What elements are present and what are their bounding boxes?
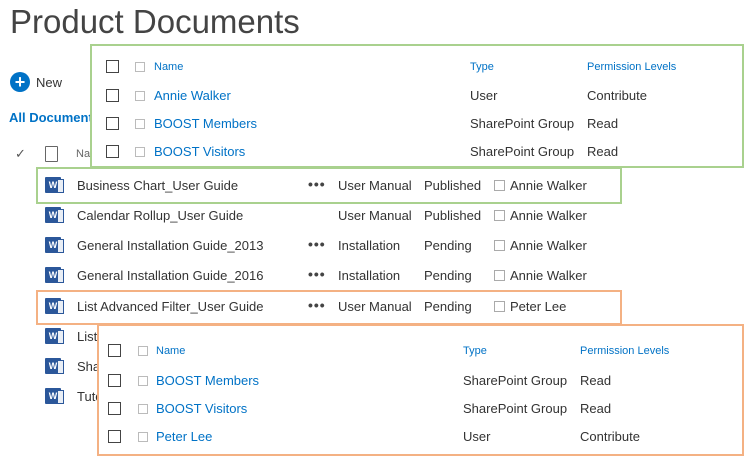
permission-row[interactable]: BOOST Members SharePoint Group Read: [99, 366, 742, 394]
permission-level: Contribute: [587, 88, 647, 103]
document-type: Installation: [338, 238, 401, 253]
permission-type: SharePoint Group: [470, 144, 575, 159]
user-presence-icon: [494, 210, 505, 221]
document-name-link[interactable]: List: [77, 329, 97, 344]
document-name-link[interactable]: General Installation Guide_2016: [77, 268, 263, 283]
row-checkbox[interactable]: [108, 374, 121, 387]
permission-principal-link[interactable]: BOOST Visitors: [154, 144, 245, 159]
column-header-name[interactable]: Na: [76, 148, 90, 160]
document-status: Published: [424, 208, 482, 223]
permission-level: Read: [587, 144, 619, 159]
permissions-popup-orange: Name Type Permission Levels BOOST Members Sh…: [97, 324, 744, 456]
column-header-permission-levels[interactable]: Permission Levels: [580, 345, 669, 357]
word-document-icon: W: [45, 358, 64, 374]
document-row[interactable]: W General Installation Guide_2016 ••• Insta…: [0, 260, 746, 290]
permission-principal-link[interactable]: Peter Lee: [156, 429, 212, 444]
column-header-type[interactable]: Type: [463, 345, 487, 357]
permission-row[interactable]: BOOST Visitors SharePoint Group Read: [92, 137, 742, 165]
document-user[interactable]: Annie Walker: [510, 268, 587, 283]
select-all-checkbox[interactable]: [106, 60, 119, 73]
presence-icon: [138, 432, 148, 442]
presence-icon: [135, 91, 145, 101]
row-checkbox[interactable]: [106, 89, 119, 102]
presence-icon: [135, 147, 145, 157]
permission-level: Read: [587, 116, 619, 131]
row-checkbox[interactable]: [108, 430, 121, 443]
word-document-icon: W: [45, 237, 64, 253]
row-highlight-green: [36, 167, 622, 204]
permission-level: Read: [580, 373, 612, 388]
word-document-icon: W: [45, 267, 64, 283]
document-status: Pending: [424, 268, 472, 283]
column-header-name[interactable]: Name: [154, 61, 183, 73]
select-all-checkmark-icon[interactable]: ✓: [15, 146, 26, 162]
column-header-permission-levels[interactable]: Permission Levels: [587, 61, 676, 73]
file-type-header-icon: [45, 146, 58, 162]
row-checkbox[interactable]: [106, 145, 119, 158]
document-row[interactable]: W Calendar Rollup_User Guide User Manual Pu…: [0, 200, 746, 230]
permissions-header-row: Name Type Permission Levels: [99, 337, 742, 365]
header-status-icon: [138, 346, 148, 356]
document-name-link[interactable]: Calendar Rollup_User Guide: [77, 208, 243, 223]
permission-type: SharePoint Group: [470, 116, 575, 131]
permission-type: User: [470, 88, 498, 103]
permission-type: SharePoint Group: [463, 401, 568, 416]
presence-icon: [135, 119, 145, 129]
document-type: User Manual: [338, 208, 412, 223]
permission-row[interactable]: BOOST Members SharePoint Group Read: [92, 109, 742, 137]
header-status-icon: [135, 62, 145, 72]
word-document-icon: W: [45, 388, 64, 404]
column-header-type[interactable]: Type: [470, 61, 494, 73]
presence-icon: [138, 404, 148, 414]
user-presence-icon: [494, 270, 505, 281]
permission-row[interactable]: Peter Lee User Contribute: [99, 422, 742, 450]
permission-level: Read: [580, 401, 612, 416]
page-title: Product Documents: [10, 3, 300, 40]
document-user[interactable]: Annie Walker: [510, 238, 587, 253]
document-row[interactable]: W General Installation Guide_2013 ••• Insta…: [0, 230, 746, 260]
row-menu-ellipsis-icon[interactable]: •••: [308, 266, 326, 282]
user-presence-icon: [494, 240, 505, 251]
permission-type: User: [463, 429, 491, 444]
permission-row[interactable]: Annie Walker User Contribute: [92, 81, 742, 109]
document-user[interactable]: Annie Walker: [510, 208, 587, 223]
document-type: Installation: [338, 268, 401, 283]
permission-type: SharePoint Group: [463, 373, 568, 388]
view-tab-all-documents[interactable]: All Document: [9, 110, 93, 125]
permissions-popup-green: Name Type Permission Levels Annie Walker Use…: [90, 44, 744, 168]
row-checkbox[interactable]: [106, 117, 119, 130]
permission-principal-link[interactable]: BOOST Members: [156, 373, 259, 388]
row-highlight-orange: [36, 290, 622, 325]
document-status: Pending: [424, 238, 472, 253]
permission-principal-link[interactable]: BOOST Members: [154, 116, 257, 131]
new-button-label: New: [36, 74, 63, 90]
row-menu-ellipsis-icon[interactable]: •••: [308, 236, 326, 252]
permission-principal-link[interactable]: BOOST Visitors: [156, 401, 247, 416]
permission-principal-link[interactable]: Annie Walker: [154, 88, 231, 103]
permissions-header-row: Name Type Permission Levels: [92, 53, 742, 81]
document-name-link[interactable]: General Installation Guide_2013: [77, 238, 263, 253]
permission-level: Contribute: [580, 429, 640, 444]
select-all-checkbox[interactable]: [108, 344, 121, 357]
new-button[interactable]: + New: [10, 72, 62, 92]
word-document-icon: W: [45, 328, 64, 344]
column-header-name[interactable]: Name: [156, 345, 185, 357]
presence-icon: [138, 376, 148, 386]
word-document-icon: W: [45, 207, 64, 223]
permission-row[interactable]: BOOST Visitors SharePoint Group Read: [99, 394, 742, 422]
row-checkbox[interactable]: [108, 402, 121, 415]
plus-circle-icon: +: [10, 72, 30, 92]
